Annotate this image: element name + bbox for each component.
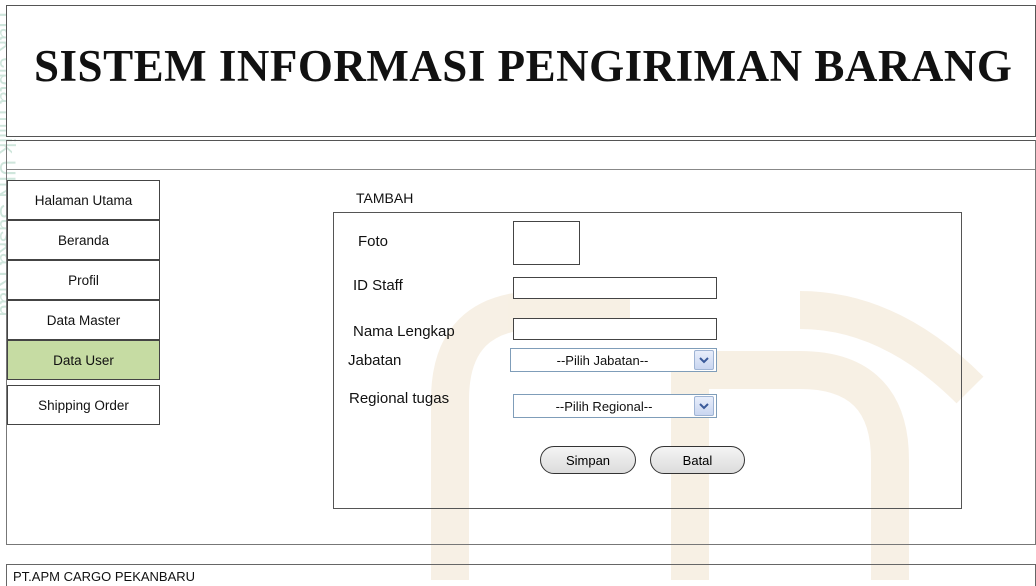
simpan-button[interactable]: Simpan xyxy=(540,446,636,474)
id-staff-input[interactable] xyxy=(513,277,717,299)
batal-button[interactable]: Batal xyxy=(650,446,745,474)
photo-upload-box[interactable] xyxy=(513,221,580,265)
chevron-down-icon[interactable] xyxy=(694,350,714,370)
form-heading: TAMBAH xyxy=(356,190,414,206)
sidebar-item-label: Profil xyxy=(68,272,99,288)
sidebar-item-label: Halaman Utama xyxy=(34,192,133,208)
sidebar-item-label: Data Master xyxy=(46,312,121,328)
regional-select[interactable]: --Pilih Regional-- xyxy=(513,394,717,418)
foto-label: Foto xyxy=(358,233,389,250)
chevron-down-icon[interactable] xyxy=(694,396,714,416)
sidebar-item-label: Shipping Order xyxy=(38,397,129,413)
sidebar-item-shipping-order[interactable]: Shipping Order xyxy=(7,385,160,425)
nama-lengkap-label: Nama Lengkap xyxy=(353,323,455,340)
nama-lengkap-input[interactable] xyxy=(513,318,717,340)
footer-company: PT.APM CARGO PEKANBARU xyxy=(6,564,1036,586)
sidebar-item-beranda[interactable]: Beranda xyxy=(7,220,160,260)
sidebar-item-label: Data User xyxy=(53,352,114,368)
sidebar-item-data-user[interactable]: Data User xyxy=(7,340,160,380)
sidebar-item-halaman-utama[interactable]: Halaman Utama xyxy=(7,180,160,220)
sidebar-item-data-master[interactable]: Data Master xyxy=(7,300,160,340)
jabatan-selected-value: --Pilih Jabatan-- xyxy=(556,352,649,368)
regional-tugas-label: Regional tugas xyxy=(349,390,450,407)
jabatan-label: Jabatan xyxy=(348,352,402,369)
id-staff-label: ID Staff xyxy=(353,277,403,294)
page-title: SISTEM INFORMASI PENGIRIMAN BARANG xyxy=(34,41,1013,91)
sidebar-item-profil[interactable]: Profil xyxy=(7,260,160,300)
jabatan-select[interactable]: --Pilih Jabatan-- xyxy=(510,348,717,372)
regional-selected-value: --Pilih Regional-- xyxy=(555,398,653,414)
sidebar-item-label: Beranda xyxy=(57,232,110,248)
